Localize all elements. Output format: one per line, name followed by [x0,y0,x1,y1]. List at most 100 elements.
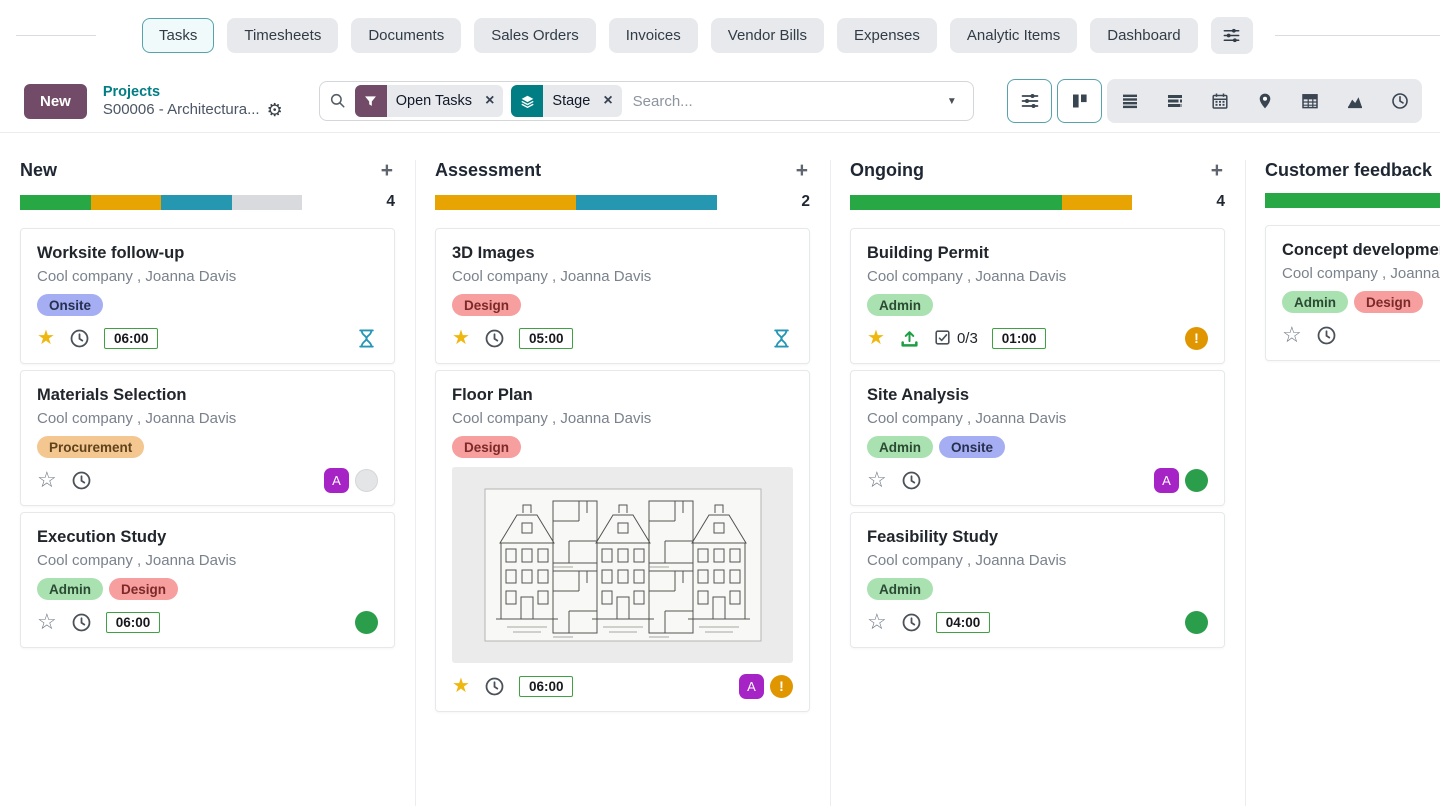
task-card[interactable]: Site Analysis Cool company , Joanna Davi… [850,370,1225,506]
clock-icon[interactable] [71,470,92,491]
star-empty-icon[interactable]: ☆ [867,469,887,491]
view-button-settings[interactable] [1007,79,1052,123]
task-title: Floor Plan [452,386,793,405]
settings-view-icon [1020,91,1040,111]
progress-segment[interactable] [1265,193,1440,208]
divider-line [1275,35,1440,36]
task-title: Execution Study [37,528,378,547]
task-card[interactable]: Feasibility Study Cool company , Joanna … [850,512,1225,648]
alert-icon[interactable]: ! [770,675,793,698]
task-card[interactable]: Concept development Cool company , Joann… [1265,225,1440,361]
task-card[interactable]: Worksite follow-up Cool company , Joanna… [20,228,395,364]
column-progress-bar[interactable] [850,195,1132,210]
progress-segment[interactable] [20,195,91,210]
tag-design: Design [1354,291,1423,313]
breadcrumb: Projects S00006 - Architectura... ⚙ [103,83,283,120]
star-empty-icon[interactable]: ☆ [37,469,57,491]
task-card[interactable]: Materials Selection Cool company , Joann… [20,370,395,506]
breadcrumb-projects-link[interactable]: Projects [103,83,283,101]
add-card-button[interactable]: + [379,160,395,181]
checklist[interactable]: 0/3 [934,329,978,347]
column-progress-bar[interactable] [20,195,302,210]
tab-sales-orders[interactable]: Sales Orders [474,18,596,53]
clock-icon[interactable] [484,676,505,697]
search-facet-stage: Stage × [511,85,621,117]
star-empty-icon[interactable]: ☆ [37,611,57,633]
view-button-kanban[interactable] [1057,79,1102,123]
kanban-column-ongoing: Ongoing + 4 Building Permit Cool company… [850,160,1225,654]
clock-icon[interactable] [484,328,505,349]
alert-icon[interactable]: ! [1185,327,1208,350]
upload-icon[interactable] [899,328,920,349]
star-empty-icon[interactable]: ☆ [1282,324,1302,346]
tab-expenses[interactable]: Expenses [837,18,937,53]
progress-segment[interactable] [850,195,1062,210]
gray-status-dot[interactable] [355,469,378,492]
progress-segment[interactable] [232,195,303,210]
green-status-dot[interactable] [355,611,378,634]
avatar[interactable]: A [1154,468,1179,493]
add-card-button[interactable]: + [794,160,810,181]
star-empty-icon[interactable]: ☆ [867,611,887,633]
gear-icon[interactable]: ⚙ [267,101,283,119]
kanban-board: New + 4 Worksite follow-up Cool company … [0,133,1440,806]
tag-admin: Admin [867,436,933,458]
progress-segment[interactable] [1062,195,1133,210]
progress-segment[interactable] [161,195,232,210]
avatar[interactable]: A [324,468,349,493]
avatar[interactable]: A [739,674,764,699]
tab-tasks[interactable]: Tasks [142,18,214,53]
kanban-column-new: New + 4 Worksite follow-up Cool company … [20,160,395,654]
tab-dashboard[interactable]: Dashboard [1090,18,1197,53]
search-input[interactable]: Search... [633,93,941,110]
facet-remove-icon[interactable]: × [594,92,621,110]
kanban-column-customer-feedback: Customer feedback Concept development Co… [1265,160,1440,367]
new-button[interactable]: New [24,84,87,119]
view-button-map[interactable] [1242,79,1287,123]
green-status-dot[interactable] [1185,469,1208,492]
facet-remove-icon[interactable]: × [476,92,503,110]
search-bar[interactable]: Open Tasks × Stage × Search... ▼ [319,81,974,121]
allocated-hours: 06:00 [519,676,574,697]
task-title: Building Permit [867,244,1208,263]
progress-segment[interactable] [91,195,162,210]
star-filled-icon[interactable]: ★ [37,328,55,348]
tab-vendor-bills[interactable]: Vendor Bills [711,18,824,53]
star-filled-icon[interactable]: ★ [452,676,470,696]
progress-segment[interactable] [435,195,576,210]
nav-tabs: Tasks Timesheets Documents Sales Orders … [142,18,1198,53]
clock-icon[interactable] [1316,325,1337,346]
view-button-graph[interactable] [1332,79,1377,123]
tab-settings-button[interactable] [1211,17,1253,54]
card-cover-image [452,467,793,663]
star-filled-icon[interactable]: ★ [452,328,470,348]
clock-icon[interactable] [69,328,90,349]
green-status-dot[interactable] [1185,611,1208,634]
progress-segment[interactable] [576,195,717,210]
clock-icon[interactable] [901,470,922,491]
task-title: Concept development [1282,241,1440,260]
view-button-gantt[interactable] [1152,79,1197,123]
clock-icon[interactable] [901,612,922,633]
task-title: 3D Images [452,244,793,263]
column-count: 2 [801,193,810,211]
add-card-button[interactable]: + [1209,160,1225,181]
tab-timesheets[interactable]: Timesheets [227,18,338,53]
column-progress-bar[interactable] [1265,193,1440,208]
view-button-list[interactable] [1107,79,1152,123]
kanban-view-icon [1070,91,1090,111]
task-card[interactable]: 3D Images Cool company , Joanna Davis De… [435,228,810,364]
view-button-activity[interactable] [1377,79,1422,123]
task-card[interactable]: Floor Plan Cool company , Joanna Davis D… [435,370,810,712]
clock-icon[interactable] [71,612,92,633]
search-dropdown-caret-icon[interactable]: ▼ [941,96,963,107]
tab-analytic-items[interactable]: Analytic Items [950,18,1077,53]
view-button-pivot[interactable] [1287,79,1332,123]
task-card[interactable]: Building Permit Cool company , Joanna Da… [850,228,1225,364]
tab-documents[interactable]: Documents [351,18,461,53]
view-button-calendar[interactable] [1197,79,1242,123]
column-progress-bar[interactable] [435,195,717,210]
task-card[interactable]: Execution Study Cool company , Joanna Da… [20,512,395,648]
star-filled-icon[interactable]: ★ [867,328,885,348]
tab-invoices[interactable]: Invoices [609,18,698,53]
